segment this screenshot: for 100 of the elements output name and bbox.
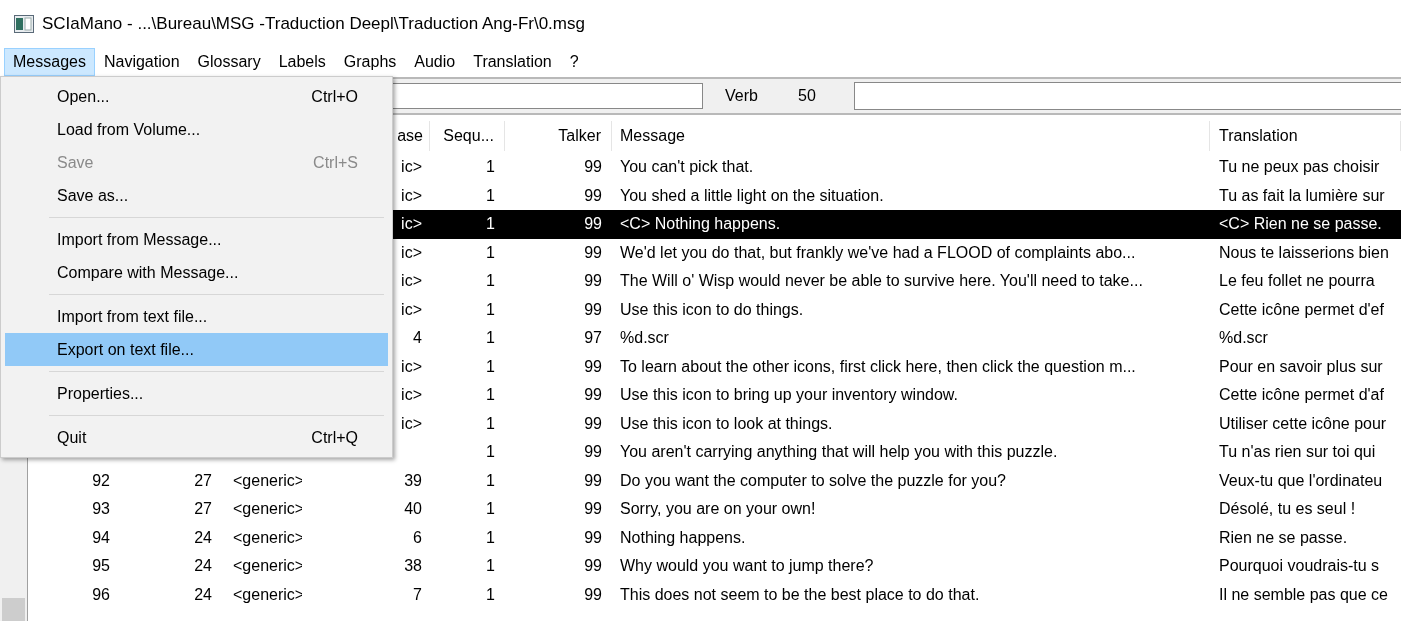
table-cell: 99	[584, 272, 602, 290]
table-cell: ic>	[401, 186, 422, 204]
table-cell: Use this icon to do things.	[620, 300, 804, 318]
menu-item[interactable]: Audio	[405, 48, 465, 76]
menu-option[interactable]: Quit Ctrl+Q	[5, 421, 388, 454]
menu-option-label: Import from text file...	[57, 307, 208, 326]
table-cell: 24	[194, 528, 212, 546]
table-cell: Sorry, you are on your own!	[620, 500, 816, 518]
text-field[interactable]	[854, 82, 1401, 110]
table-cell: 7	[413, 585, 422, 603]
table-cell: 27	[194, 471, 212, 489]
menu-item[interactable]: Labels	[269, 48, 335, 76]
table-cell: ic>	[401, 414, 422, 432]
menu-option[interactable]: Export on text file...	[5, 333, 388, 366]
table-cell: Cette icône permet d'af	[1219, 386, 1384, 404]
table-cell: 92	[92, 471, 110, 489]
table-cell: Tu ne peux pas choisir	[1219, 158, 1380, 176]
table-cell: 40	[404, 500, 422, 518]
menu-option[interactable]: Load from Volume...	[5, 113, 388, 146]
table-cell: Tu as fait la lumière sur	[1219, 186, 1385, 204]
menu-option-label: Properties...	[57, 384, 144, 403]
menu-item[interactable]: Navigation	[94, 48, 189, 76]
menu-option[interactable]: Save as...	[5, 179, 388, 212]
table-cell: 93	[92, 500, 110, 518]
menu-option[interactable]: Open... Ctrl+O	[5, 80, 388, 113]
table-cell: ic>	[401, 272, 422, 290]
menu-item[interactable]: Graphs	[334, 48, 406, 76]
menu-item[interactable]: Translation	[464, 48, 561, 76]
table-cell: 1	[486, 528, 495, 546]
menu-option-label: Open...	[57, 87, 110, 106]
menu-item[interactable]: Messages	[4, 48, 95, 76]
table-cell: You can't pick that.	[620, 158, 754, 176]
column-header[interactable]: Translation	[1210, 121, 1401, 151]
table-cell: ic>	[401, 386, 422, 404]
table-cell: Why would you want to jump there?	[620, 557, 874, 575]
table-cell: 1	[486, 243, 495, 261]
table-cell: 1	[486, 414, 495, 432]
table-cell: 1	[486, 386, 495, 404]
table-cell: 99	[584, 300, 602, 318]
column-header[interactable]: Message	[612, 121, 1210, 151]
table-cell: 1	[486, 329, 495, 347]
table-cell: 99	[584, 471, 602, 489]
shortcut-text: Ctrl+O	[311, 87, 358, 106]
table-cell: Désolé, tu es seul !	[1219, 500, 1356, 518]
table-cell: 96	[92, 585, 110, 603]
table-cell: The Will o' Wisp would never be able to survive here. You'll need to take...	[620, 272, 1143, 290]
table-cell: We'd let you do that, but frankly we've had a FLOOD of complaints abo...	[620, 243, 1136, 261]
table-cell: <C> Nothing happens.	[620, 215, 781, 233]
table-cell: 99	[584, 443, 602, 461]
table-cell: Nothing happens.	[620, 528, 746, 546]
menu-option-label: Save as...	[57, 186, 129, 205]
table-cell: Cette icône permet d'ef	[1219, 300, 1384, 318]
table-cell: ic>	[401, 300, 422, 318]
table-cell: 1	[486, 585, 495, 603]
table-cell: 99	[584, 215, 602, 233]
table-cell: 99	[584, 557, 602, 575]
table-cell: 99	[584, 528, 602, 546]
table-cell: %d.scr	[1219, 329, 1268, 347]
table-cell: You aren't carrying anything that will help you with this puzzle.	[620, 443, 1058, 461]
table-cell: Pour en savoir plus sur	[1219, 357, 1383, 375]
table-cell: 99	[584, 158, 602, 176]
table-cell: 1	[486, 300, 495, 318]
table-cell: 95	[92, 557, 110, 575]
table-cell: Use this icon to look at things.	[620, 414, 833, 432]
table-cell: Do you want the computer to solve the puzzle for you?	[620, 471, 1006, 489]
table-cell: 99	[584, 186, 602, 204]
table-cell: 99	[584, 414, 602, 432]
menu-option[interactable]: Import from text file...	[5, 300, 388, 333]
column-header[interactable]: Talker	[505, 121, 612, 151]
table-cell: ic>	[401, 357, 422, 375]
menu-option-label: Load from Volume...	[57, 120, 201, 139]
table-cell: Il ne semble pas que ce	[1219, 585, 1388, 603]
table-cell: 27	[194, 500, 212, 518]
table-cell: %d.scr	[620, 329, 669, 347]
table-cell: This does not seem to be the best place to do that.	[620, 585, 980, 603]
table-cell: To learn about the other icons, first click here, then click the question m...	[620, 357, 1136, 375]
menu-item[interactable]: ?	[560, 48, 588, 76]
menu-option-label: Save	[57, 153, 94, 172]
table-cell: 1	[486, 500, 495, 518]
menu-option[interactable]: Properties...	[5, 377, 388, 410]
table-cell: 6	[413, 528, 422, 546]
menu-option[interactable]: Compare with Message...	[5, 256, 388, 289]
table-cell: 1	[486, 272, 495, 290]
menu-option-label: Export on text file...	[57, 340, 194, 359]
table-cell: 38	[404, 557, 422, 575]
table-cell: ic>	[401, 215, 422, 233]
shortcut-text: Ctrl+Q	[311, 428, 358, 447]
table-cell: Nous te laisserions bien	[1219, 243, 1389, 261]
menu-item[interactable]: Glossary	[188, 48, 270, 76]
table-cell: ic>	[401, 243, 422, 261]
table-cell: 1	[486, 443, 495, 461]
table-cell: You shed a little light on the situation.	[620, 186, 884, 204]
table-cell: 99	[584, 500, 602, 518]
table-cell: 4	[413, 329, 422, 347]
table-cell: <C> Rien ne se passe.	[1219, 215, 1382, 233]
column-header[interactable]: Sequ...	[430, 121, 505, 151]
verb-label: Verb	[725, 87, 759, 105]
table-cell: 1	[486, 471, 495, 489]
table-cell: 39	[404, 471, 422, 489]
scrollbar-thumb[interactable]	[2, 598, 25, 621]
